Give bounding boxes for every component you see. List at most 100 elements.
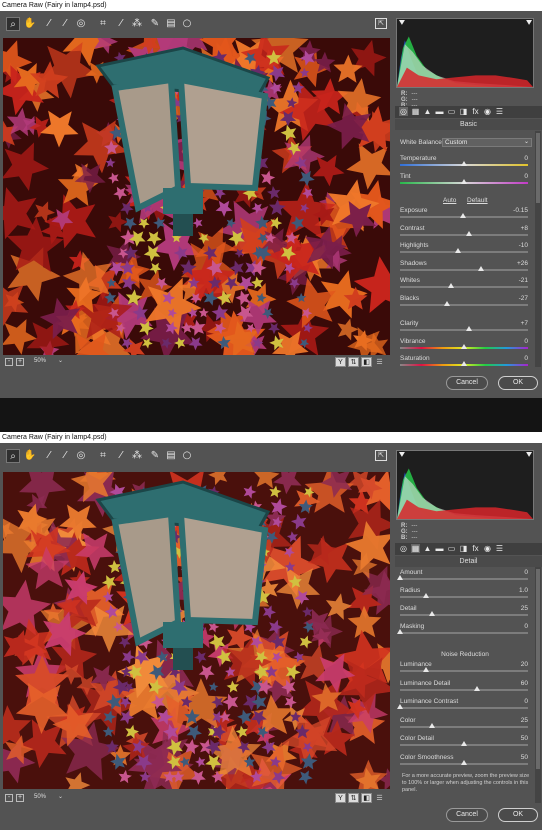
before-after-y-button[interactable]: Y [335,357,346,367]
slider-handle[interactable] [459,213,466,218]
detail-tab-icon[interactable]: ▲ [423,107,432,116]
presets-tab-icon[interactable]: ☰ [495,107,504,116]
fullscreen-toggle-icon[interactable]: ⇱ [375,450,387,461]
white-balance-tool-icon[interactable]: ⁄ [42,17,56,31]
slider-value-field[interactable]: -21 [519,277,528,284]
swap-before-after-button[interactable]: ⇅ [348,793,359,803]
slider-handle[interactable] [461,161,467,166]
slider-handle[interactable] [448,283,455,288]
slider-handle[interactable] [397,575,403,580]
zoom-out-button[interactable]: - [5,358,13,366]
slider-track[interactable] [400,329,528,331]
tone-curve-tab-icon[interactable]: ▦ [411,107,420,116]
slider-track[interactable] [400,632,528,634]
slider-track[interactable] [400,286,528,288]
slider-value-field[interactable]: +7 [521,320,528,327]
presets-tab-icon[interactable]: ☰ [495,544,504,553]
straighten-tool-icon[interactable]: ⁄ [114,449,128,463]
before-after-y-button[interactable]: Y [335,793,346,803]
slider-handle[interactable] [461,178,467,184]
spot-removal-tool-icon[interactable]: ⁂ [130,17,144,31]
white-balance-select[interactable]: Custom ⌄ [442,138,532,147]
slider-value-field[interactable]: 0 [524,623,528,630]
white-balance-tool-icon[interactable]: ⁄ [42,449,56,463]
slider-handle[interactable] [422,593,429,598]
tone-curve-tab-icon[interactable]: ▦ [411,544,420,553]
zoom-tool-icon[interactable]: ⌕ [6,449,20,463]
auto-link[interactable]: Auto [443,197,456,204]
slider-value-field[interactable]: +8 [521,225,528,232]
slider-handle[interactable] [461,343,467,349]
slider-track[interactable] [400,725,528,728]
slider-track[interactable] [400,268,528,271]
image-preview[interactable] [3,472,390,789]
swap-before-after-button[interactable]: ⇅ [348,357,359,367]
slider-handle[interactable] [454,248,461,253]
slider-handle[interactable] [461,741,467,746]
zoom-level[interactable]: 50% [34,358,46,364]
slider-value-field[interactable]: -0.15 [513,207,528,214]
slider-handle[interactable] [461,759,467,765]
ok-button[interactable]: OK [498,376,538,390]
slider-value-field[interactable]: 25 [521,717,528,724]
slider-value-field[interactable]: 60 [521,680,528,687]
slider-value-field[interactable]: 1.0 [519,587,528,594]
panel-scrollbar[interactable] [535,567,541,803]
slider-handle[interactable] [466,230,473,236]
adjustment-brush-icon[interactable]: ✎ [148,449,162,463]
panel-scrollbar[interactable] [535,131,541,367]
slider-track[interactable] [400,303,528,306]
copy-settings-button[interactable]: ◧ [361,793,372,803]
default-link[interactable]: Default [467,197,488,204]
adjustment-brush-icon[interactable]: ✎ [148,17,162,31]
crop-tool-icon[interactable]: ⌗ [96,449,110,463]
scrollbar-thumb[interactable] [536,569,540,769]
slider-value-field[interactable]: 25 [521,605,528,612]
slider-handle[interactable] [429,722,435,728]
zoom-in-button[interactable]: + [16,358,24,366]
slider-track[interactable] [400,233,528,236]
slider-value-field[interactable]: +26 [517,260,528,267]
slider-value-field[interactable]: -10 [519,242,528,249]
slider-handle[interactable] [461,361,467,366]
cancel-button[interactable]: Cancel [446,808,488,822]
slider-value-field[interactable]: 20 [521,661,528,668]
cancel-button[interactable]: Cancel [446,376,488,390]
slider-handle[interactable] [477,265,484,271]
zoom-in-button[interactable]: + [16,794,24,802]
copy-settings-button[interactable]: ◧ [361,357,372,367]
slider-track[interactable] [400,251,528,253]
slider-track[interactable] [400,707,528,709]
camera-calibration-tab-icon[interactable]: ◉ [483,544,492,553]
split-toning-tab-icon[interactable]: ▭ [447,544,456,553]
slider-value-field[interactable]: 0 [524,173,528,180]
hsl-tab-icon[interactable]: ▬ [435,107,444,116]
lens-corrections-tab-icon[interactable]: ◨ [459,544,468,553]
slider-track[interactable] [400,578,528,580]
zoom-out-button[interactable]: - [5,794,13,802]
fullscreen-toggle-icon[interactable]: ⇱ [375,18,387,29]
slider-value-field[interactable]: 0 [524,355,528,362]
effects-tab-icon[interactable]: fx [471,544,480,553]
radial-filter-icon[interactable]: ○ [180,449,194,463]
slider-value-field[interactable]: -27 [519,295,528,302]
zoom-dropdown-icon[interactable]: ⌄ [58,793,63,800]
hand-tool-icon[interactable]: ✋ [23,17,37,31]
basic-tab-icon[interactable]: ◎ [399,107,408,116]
targeted-adjustment-tool-icon[interactable]: ◎ [74,17,88,31]
slider-handle[interactable] [397,629,403,634]
graduated-filter-icon[interactable]: ▤ [164,17,178,31]
crop-tool-icon[interactable]: ⌗ [96,17,110,31]
slider-value-field[interactable]: 0 [524,338,528,345]
image-preview[interactable] [3,38,390,355]
slider-value-field[interactable]: 50 [521,735,528,742]
slider-track[interactable] [400,688,528,691]
ok-button[interactable]: OK [498,808,538,822]
clipping-warning-icon[interactable] [398,451,405,457]
hand-tool-icon[interactable]: ✋ [23,449,37,463]
slider-handle[interactable] [473,685,480,691]
slider-track[interactable] [400,670,528,672]
radial-filter-icon[interactable]: ○ [180,17,194,31]
targeted-adjustment-tool-icon[interactable]: ◎ [74,449,88,463]
clipping-warning-icon[interactable] [398,19,405,25]
